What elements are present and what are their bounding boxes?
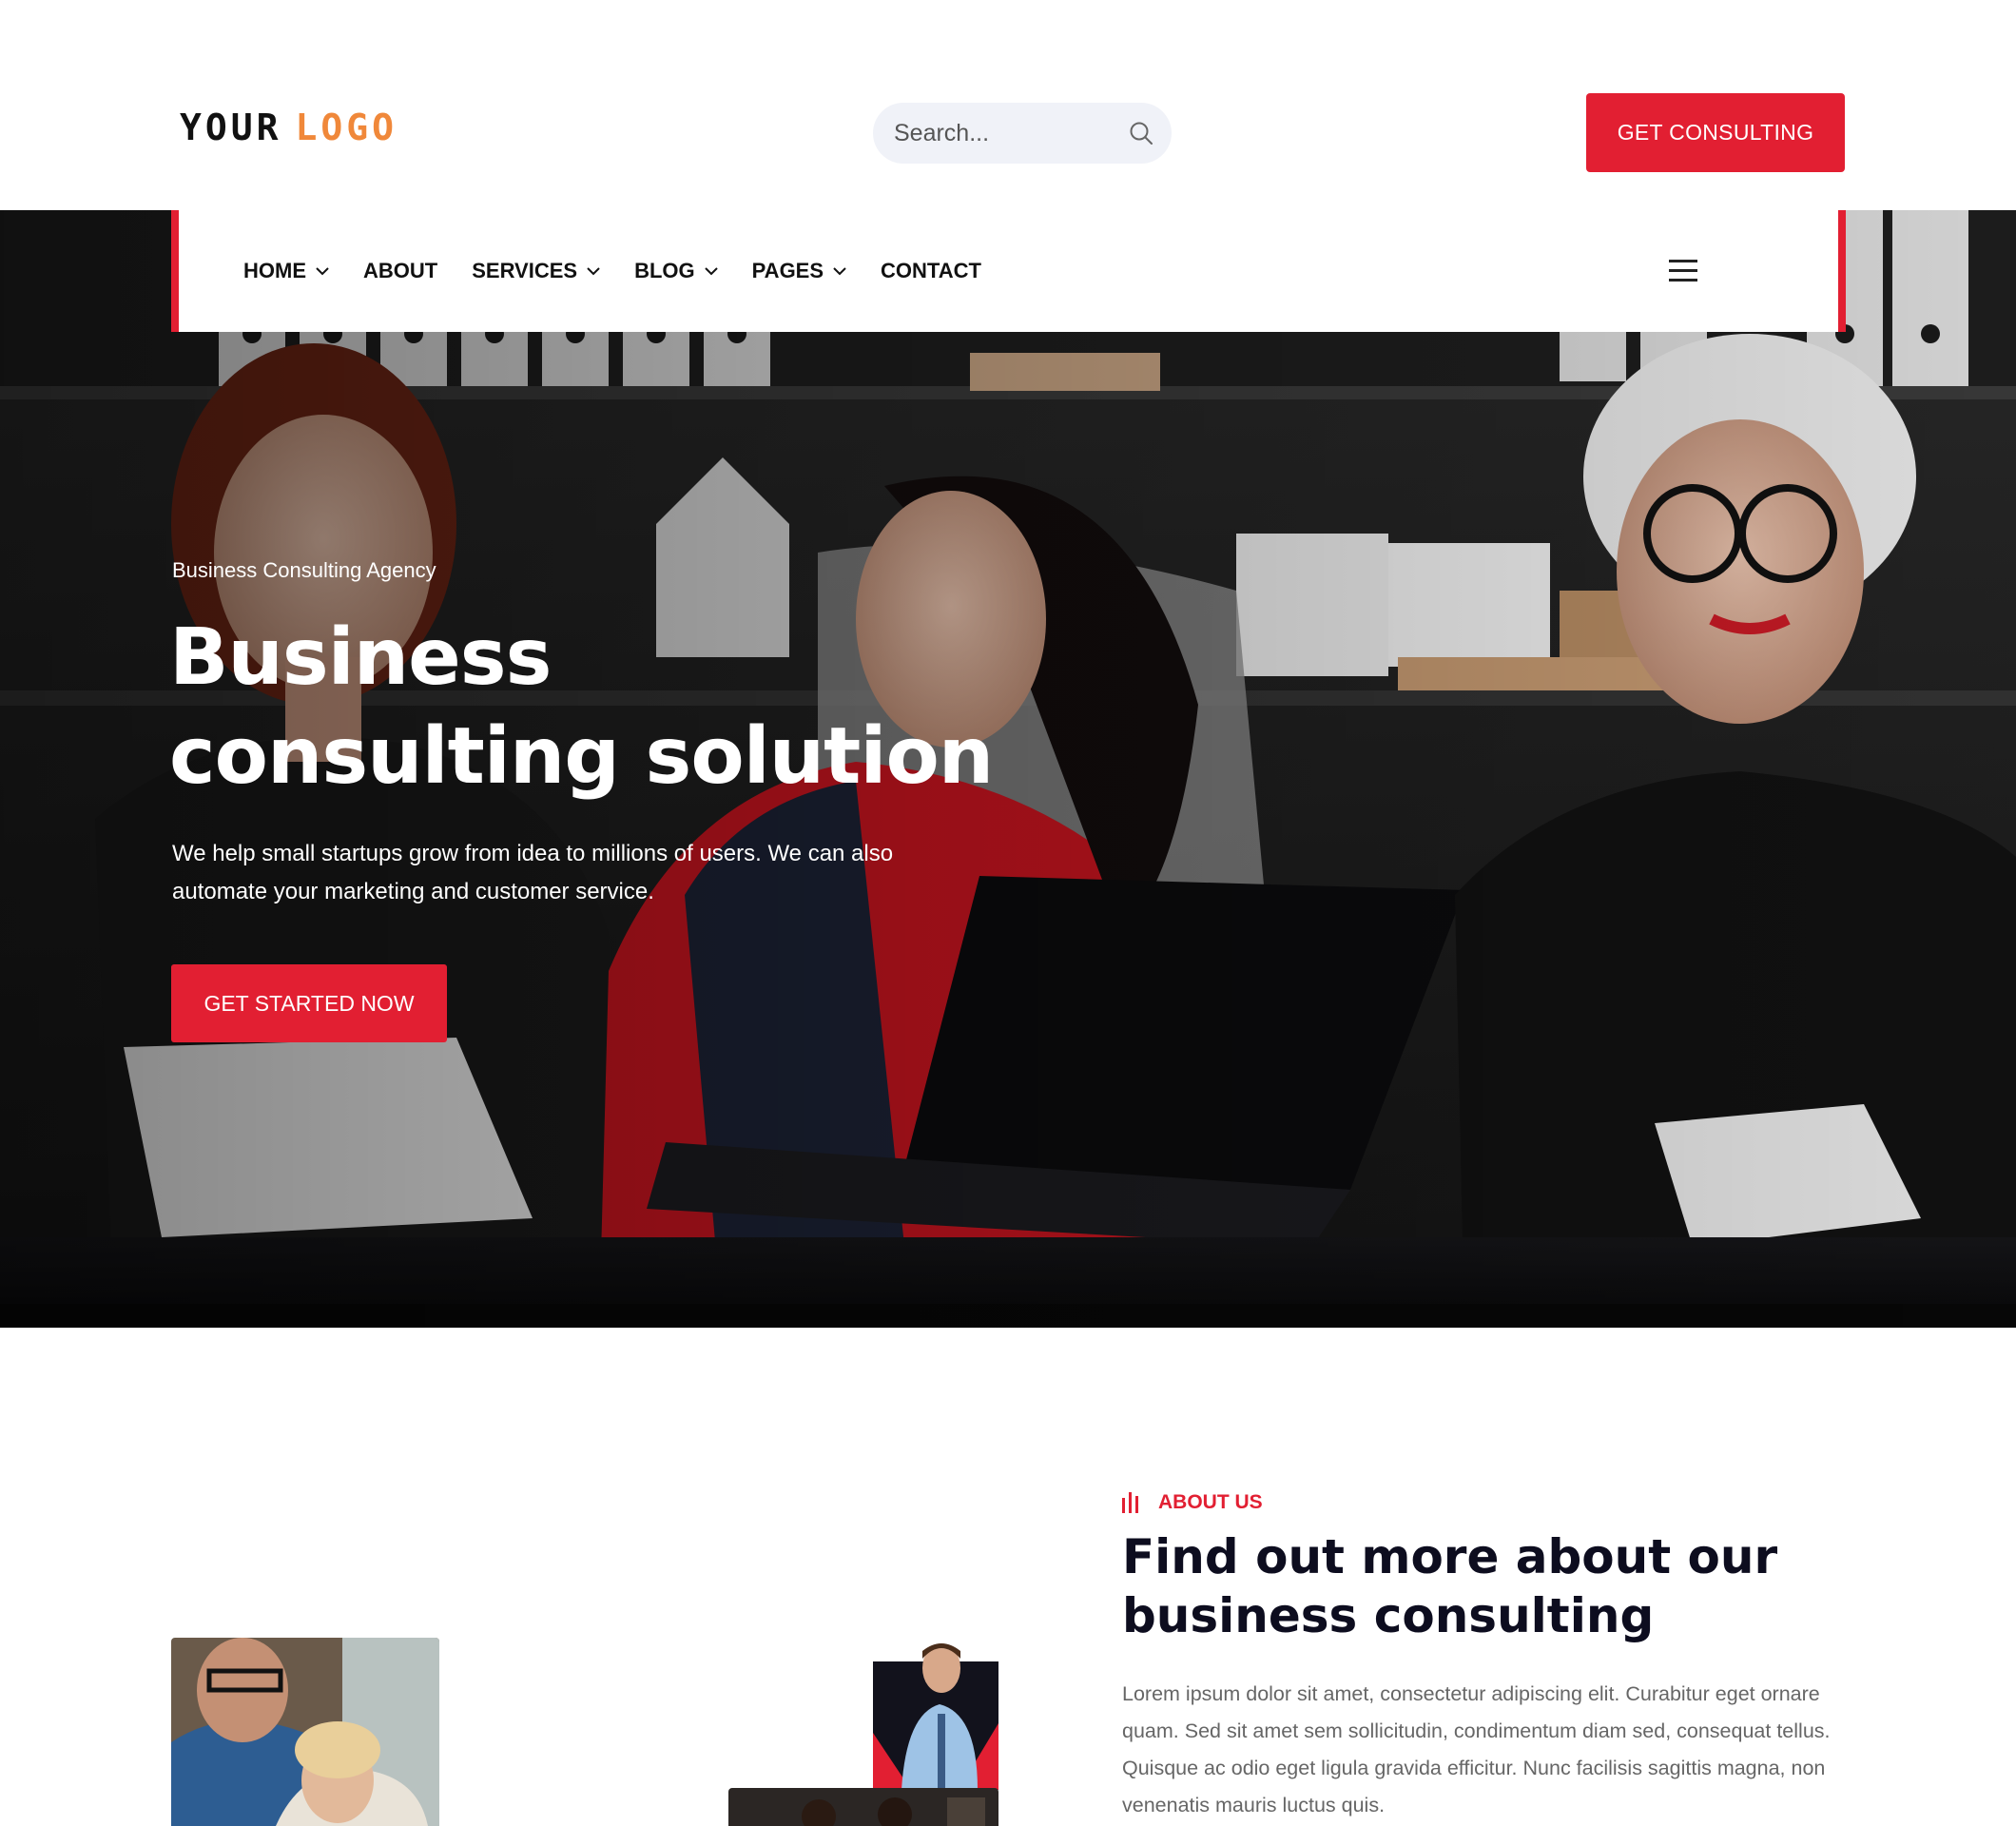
hamburger-icon[interactable] [1669, 260, 1697, 282]
about-photo-team [171, 1638, 439, 1826]
logo-word-your: YOUR [180, 107, 282, 148]
chevron-down-icon [587, 267, 600, 276]
get-consulting-button[interactable]: GET CONSULTING [1586, 93, 1845, 172]
bars-icon [1122, 1492, 1138, 1513]
hero-subtitle: We help small startups grow from idea to… [172, 841, 894, 904]
about-photo-meeting [728, 1788, 998, 1826]
hero-eyebrow: Business Consulting Agency [172, 558, 436, 582]
nav-item-contact[interactable]: CONTACT [881, 259, 981, 283]
chevron-down-icon [833, 267, 846, 276]
nav-menu: HOME ABOUT SERVICES BLOG PAGES CONTACT [243, 210, 1016, 332]
nav-item-blog[interactable]: BLOG [634, 259, 718, 283]
hero-title: Business consulting solution [169, 612, 994, 802]
nav-item-label: HOME [243, 259, 306, 282]
nav-item-about[interactable]: ABOUT [363, 259, 437, 283]
about-photo-image [171, 1638, 439, 1826]
nav-item-label: BLOG [634, 259, 695, 282]
chevron-down-icon [316, 267, 329, 276]
search-input[interactable] [894, 103, 1122, 164]
nav-item-services[interactable]: SERVICES [472, 259, 600, 283]
search-icon[interactable] [1128, 120, 1154, 146]
site-logo[interactable]: YOUR LOGO [180, 107, 397, 148]
about-title: Find out more about our business consult… [1122, 1529, 1778, 1643]
nav-item-label: CONTACT [881, 259, 981, 282]
about-eyebrow-label: ABOUT US [1158, 1491, 1263, 1513]
site-header: YOUR LOGO GET CONSULTING [0, 0, 2016, 210]
main-navbar: HOME ABOUT SERVICES BLOG PAGES CONTACT [171, 210, 1846, 332]
nav-item-home[interactable]: HOME [243, 259, 329, 283]
nav-item-pages[interactable]: PAGES [752, 259, 846, 283]
logo-word-logo: LOGO [295, 107, 398, 148]
nav-item-label: SERVICES [472, 259, 578, 282]
search-box [873, 103, 1172, 164]
about-photo-image [873, 1643, 998, 1790]
about-photo-image [728, 1788, 998, 1826]
nav-item-label: ABOUT [363, 259, 438, 282]
about-text: Lorem ipsum dolor sit amet, consectetur … [1122, 1682, 1831, 1816]
about-eyebrow: ABOUT US [1122, 1491, 1263, 1514]
about-photo-man [873, 1638, 998, 1790]
nav-item-label: PAGES [751, 259, 824, 282]
get-started-button[interactable]: GET STARTED NOW [171, 964, 447, 1042]
chevron-down-icon [704, 267, 718, 276]
